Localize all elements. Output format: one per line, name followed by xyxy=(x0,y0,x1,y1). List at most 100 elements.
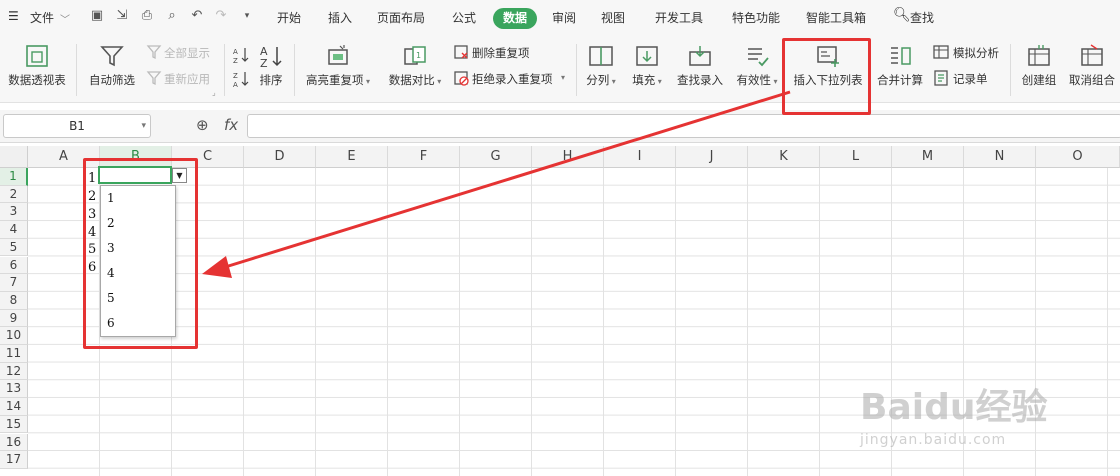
remove-duplicates-button[interactable]: 删除重复项 xyxy=(472,45,530,61)
row-header-7[interactable]: 7 xyxy=(0,274,28,292)
svg-text:A: A xyxy=(233,81,238,88)
ungroup-button[interactable]: 取消组合 xyxy=(1066,44,1118,88)
tab-special[interactable]: 特色功能 xyxy=(732,9,780,26)
merge-calc-icon xyxy=(891,47,911,65)
tab-formula[interactable]: 公式 xyxy=(452,9,476,26)
row-header-11[interactable]: 11 xyxy=(0,345,28,363)
highlight-duplicates-icon xyxy=(328,45,348,65)
undo-icon[interactable]: ↶ xyxy=(190,9,204,23)
row-header-3[interactable]: 3 xyxy=(0,203,28,222)
hamburger-icon[interactable]: ☰ xyxy=(8,9,19,23)
lookup-entry-button[interactable]: 查找录入 xyxy=(674,44,726,88)
svg-text:Z: Z xyxy=(233,57,238,64)
lookup-entry-icon xyxy=(689,46,711,66)
customize-icon[interactable]: ▾ xyxy=(240,9,254,23)
row-header-8[interactable]: 8 xyxy=(0,291,28,310)
print-preview-icon[interactable]: ⌕ xyxy=(165,9,179,23)
column-header-m[interactable]: M xyxy=(892,146,964,168)
tab-page-layout[interactable]: 页面布局 xyxy=(377,9,425,26)
row-header-15[interactable]: 15 xyxy=(0,415,28,434)
annotation-box-cells xyxy=(83,158,198,349)
redo-icon[interactable]: ↷ xyxy=(214,9,228,23)
chevron-down-icon[interactable]: ▾ xyxy=(561,73,565,82)
row-header-13[interactable]: 13 xyxy=(0,380,28,399)
highlight-duplicates-label: 高亮重复项 xyxy=(305,73,364,87)
validity-button[interactable]: 有效性 ▾ xyxy=(734,44,780,88)
row-header-6[interactable]: 6 xyxy=(0,256,28,275)
chevron-down-icon[interactable]: ﹀ xyxy=(60,11,70,26)
data-compare-button[interactable]: 1 数据对比 ▾ xyxy=(384,44,446,88)
select-all-corner[interactable] xyxy=(0,146,28,168)
svg-text:Z: Z xyxy=(260,57,268,68)
auto-filter-button[interactable]: 自动筛选 xyxy=(86,44,138,88)
row-header-16[interactable]: 16 xyxy=(0,433,28,452)
tab-home[interactable]: 开始 xyxy=(277,9,301,26)
column-header-n[interactable]: N xyxy=(964,146,1036,168)
tab-developer[interactable]: 开发工具 xyxy=(655,9,703,26)
tab-smart-toolbox[interactable]: 智能工具箱 xyxy=(806,9,866,26)
column-header-d[interactable]: D xyxy=(244,146,316,168)
row-header-4[interactable]: 4 xyxy=(0,221,28,239)
output-icon[interactable]: ⇲ xyxy=(115,9,129,23)
reject-duplicates-icon[interactable] xyxy=(453,70,469,86)
column-header-i[interactable]: I xyxy=(604,146,676,168)
column-header-e[interactable]: E xyxy=(316,146,388,168)
sort-descending-icon[interactable]: ZA xyxy=(232,70,250,88)
reject-duplicates-button[interactable]: 拒绝录入重复项 xyxy=(472,71,553,87)
remove-duplicates-icon[interactable] xyxy=(453,44,469,60)
record-form-icon[interactable] xyxy=(933,70,949,86)
row-header-12[interactable]: 12 xyxy=(0,362,28,381)
what-if-analysis-icon[interactable] xyxy=(933,44,949,60)
print-icon[interactable]: ⎙ xyxy=(140,9,154,23)
dialog-launcher-icon[interactable]: ⌟ xyxy=(212,88,216,97)
create-group-button[interactable]: 创建组 xyxy=(1018,44,1060,88)
tab-insert[interactable]: 插入 xyxy=(328,9,352,26)
data-compare-label: 数据对比 xyxy=(388,73,435,87)
sort-button[interactable]: AZ 排序 xyxy=(256,44,286,88)
svg-text:Z: Z xyxy=(233,72,238,80)
pivot-table-button[interactable]: 数据透视表 xyxy=(6,44,68,88)
column-header-g[interactable]: G xyxy=(460,146,532,168)
highlight-duplicates-button[interactable]: 高亮重复项 ▾ xyxy=(302,44,374,88)
record-form-button[interactable]: 记录单 xyxy=(953,71,988,87)
tab-view[interactable]: 视图 xyxy=(601,9,625,26)
search-label[interactable]: 查找 xyxy=(910,9,934,26)
reapply-icon xyxy=(146,71,162,86)
row-header-10[interactable]: 10 xyxy=(0,327,28,345)
search-icon[interactable]: 🔍︎ xyxy=(893,7,911,23)
split-column-button[interactable]: 分列 ▾ xyxy=(582,44,620,88)
chevron-down-icon[interactable]: ▾ xyxy=(141,115,146,137)
column-header-j[interactable]: J xyxy=(676,146,748,168)
row-header-5[interactable]: 5 xyxy=(0,238,28,257)
save-icon[interactable]: ▣ xyxy=(90,9,104,23)
formula-input[interactable] xyxy=(247,114,1120,138)
name-box[interactable]: B1 ▾ xyxy=(3,114,151,138)
fill-button[interactable]: 填充 ▾ xyxy=(628,44,666,88)
column-header-l[interactable]: L xyxy=(820,146,892,168)
show-all-button[interactable]: 全部显示 xyxy=(164,45,210,61)
file-menu[interactable]: 文件 xyxy=(30,9,54,26)
what-if-analysis-button[interactable]: 模拟分析 xyxy=(953,45,999,61)
row-header-2[interactable]: 2 xyxy=(0,185,28,204)
baidu-watermark: Baidu经验 jingyan.baidu.com xyxy=(860,378,1110,458)
merge-calc-button[interactable]: 合并计算 xyxy=(874,44,926,88)
tab-data[interactable]: 数据 xyxy=(493,8,537,29)
merge-calc-label: 合并计算 xyxy=(877,73,923,87)
column-header-k[interactable]: K xyxy=(748,146,820,168)
fx-icon[interactable]: fx xyxy=(224,116,238,134)
annotation-box-ribbon xyxy=(782,38,871,115)
row-header-1[interactable]: 1 xyxy=(0,168,28,186)
row-header-9[interactable]: 9 xyxy=(0,309,28,328)
row-header-14[interactable]: 14 xyxy=(0,398,28,416)
tab-review[interactable]: 审阅 xyxy=(552,9,576,26)
row-header-17[interactable]: 17 xyxy=(0,451,28,469)
column-header-h[interactable]: H xyxy=(532,146,604,168)
sort-ascending-icon[interactable]: AZ xyxy=(232,46,250,64)
reapply-button[interactable]: 重新应用 xyxy=(164,71,210,87)
column-header-f[interactable]: F xyxy=(388,146,460,168)
fill-icon xyxy=(636,46,658,66)
zoom-icon[interactable]: ⊕ xyxy=(196,116,209,134)
create-group-icon xyxy=(1028,45,1050,66)
column-header-o[interactable]: O xyxy=(1036,146,1120,168)
filter-icon xyxy=(100,46,124,67)
